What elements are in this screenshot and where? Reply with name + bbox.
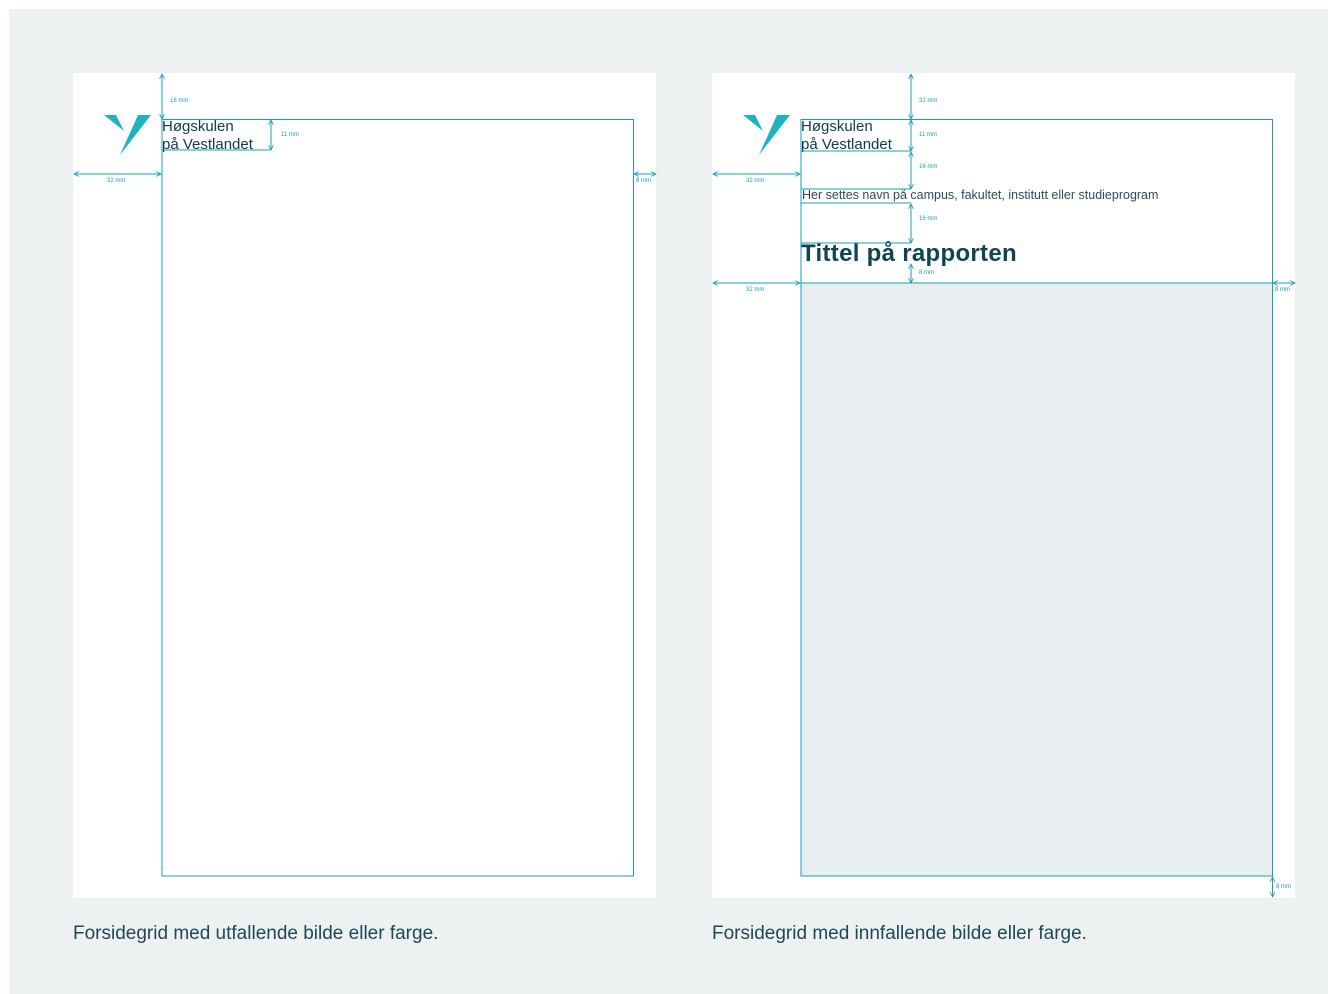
- logo-icon: [104, 115, 124, 131]
- dim-left-top-label: 32 mm: [746, 178, 764, 184]
- logo-icon: [759, 115, 790, 155]
- dim-bottom-label: 8 mm: [1276, 884, 1291, 890]
- content-frame: [161, 119, 634, 877]
- dim-right-label: 8 mm: [1275, 287, 1290, 293]
- dim-right-label: 8 mm: [636, 178, 651, 184]
- dim-top-label: 16 mm: [170, 98, 188, 104]
- dim-gap1-label: 16 mm: [919, 164, 937, 170]
- grid-overlay: 16 mm 11 mm 32 mm 8 mm 32 mm 11 mm 16 mm…: [0, 0, 1328, 994]
- dim-gap2-label: 16 mm: [919, 216, 937, 222]
- dim-logo-label: 11 mm: [281, 132, 299, 138]
- logo-icon: [120, 115, 151, 155]
- image-area: [801, 283, 1273, 876]
- dim-left-label: 32 mm: [107, 178, 125, 184]
- dim-logo-label: 11 mm: [919, 132, 937, 138]
- dim-top-label: 32 mm: [919, 98, 937, 104]
- dim-title-gap-label: 8 mm: [919, 270, 934, 276]
- dim-left-image-label: 32 mm: [746, 287, 764, 293]
- logo-icon: [743, 115, 763, 131]
